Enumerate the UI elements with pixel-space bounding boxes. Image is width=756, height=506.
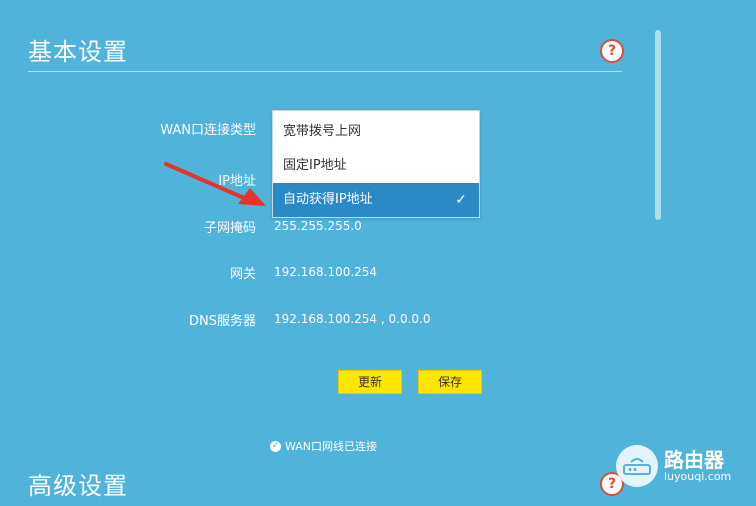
wan-status: ✓ WAN口网线已连接 xyxy=(270,438,377,454)
wan-type-label: WAN口连接类型 xyxy=(160,123,256,138)
help-icon[interactable]: ? xyxy=(600,39,624,63)
gateway-label: 网关 xyxy=(229,267,256,282)
red-arrow-annotation xyxy=(164,162,266,206)
subnet-mask-value: 255.255.255.0 xyxy=(274,219,362,233)
wan-type-dropdown[interactable]: 宽带拨号上网 固定IP地址 自动获得IP地址 ✓ xyxy=(272,110,480,218)
option-dhcp-label: 自动获得IP地址 xyxy=(283,192,373,207)
gateway-value: 192.168.100.254 xyxy=(274,265,378,279)
basic-settings-title: 基本设置 xyxy=(28,38,128,66)
renew-button[interactable]: 更新 xyxy=(338,370,402,394)
save-button[interactable]: 保存 xyxy=(418,370,482,394)
option-static-ip[interactable]: 固定IP地址 xyxy=(273,149,479,183)
watermark: 路由器 luyouqi.com xyxy=(616,438,754,494)
dns-server-value: 192.168.100.254 , 0.0.0.0 xyxy=(274,312,431,326)
router-logo-icon xyxy=(616,445,658,487)
checkmark-icon: ✓ xyxy=(455,192,467,208)
subnet-mask-label: 子网掩码 xyxy=(203,221,256,236)
wan-status-text: WAN口网线已连接 xyxy=(285,440,378,453)
section-divider xyxy=(28,71,622,72)
check-circle-icon: ✓ xyxy=(270,440,281,452)
watermark-site: luyouqi.com xyxy=(664,470,732,483)
advanced-settings-title: 高级设置 xyxy=(28,472,128,500)
scrollbar[interactable] xyxy=(655,30,661,220)
option-dhcp[interactable]: 自动获得IP地址 ✓ xyxy=(273,183,479,217)
dns-server-label: DNS服务器 xyxy=(189,314,256,329)
watermark-name: 路由器 xyxy=(664,448,724,472)
option-pppoe[interactable]: 宽带拨号上网 xyxy=(273,115,479,149)
